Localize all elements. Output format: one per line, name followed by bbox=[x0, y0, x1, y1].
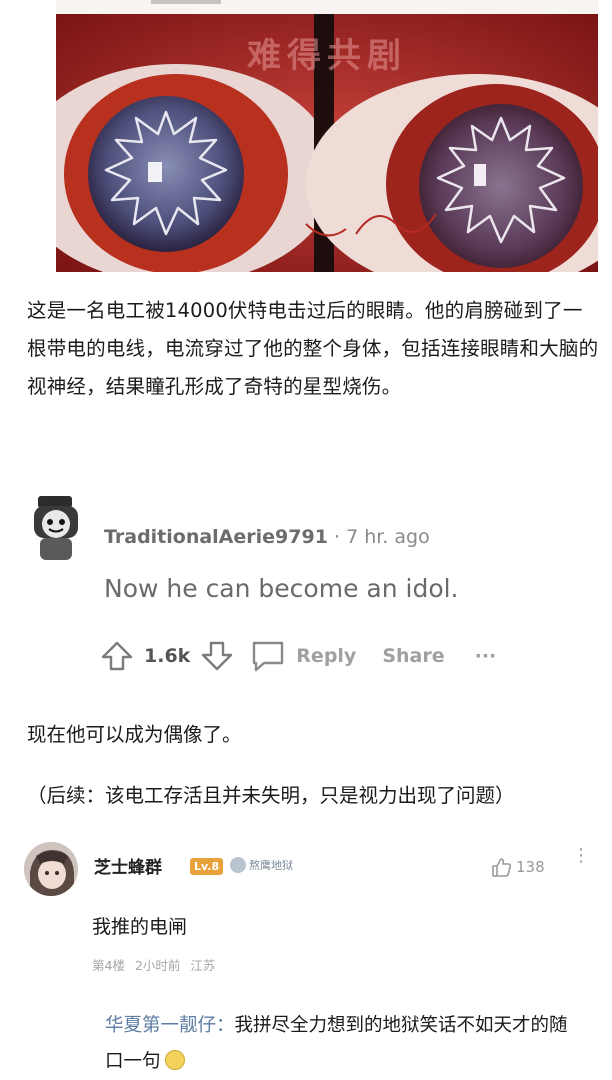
laughing-emoji-icon bbox=[164, 1050, 185, 1070]
upvote-icon[interactable] bbox=[100, 639, 134, 673]
weibo-username[interactable]: 芝士蜂群 bbox=[94, 853, 162, 878]
reply-button[interactable]: Reply bbox=[296, 645, 356, 667]
weibo-avatar[interactable] bbox=[24, 842, 78, 896]
weibo-comment-meta: 第4楼 2小时前 江苏 bbox=[92, 955, 215, 974]
reply-username[interactable]: 华夏第一靓仔： bbox=[105, 1015, 235, 1036]
followup-text: （后续：该电工存活且并未失明，只是视力出现了问题） bbox=[27, 784, 515, 807]
eyes-photo: 难得共剧 bbox=[56, 14, 598, 272]
downvote-icon[interactable] bbox=[200, 639, 234, 673]
reddit-comment-meta: TraditionalAerie9791 · 7 hr. ago bbox=[104, 526, 430, 548]
like-button[interactable]: 138 bbox=[490, 856, 545, 878]
reddit-timestamp: 7 hr. ago bbox=[346, 526, 430, 548]
reddit-action-bar: 1.6k Reply Share ··· bbox=[100, 636, 496, 676]
reddit-avatar[interactable] bbox=[30, 492, 86, 564]
comment-time: 2小时前 bbox=[134, 958, 181, 973]
top-strip-bar bbox=[151, 0, 221, 4]
fan-badge-label: 熬鹰地狱 bbox=[249, 859, 293, 872]
fan-badge: 熬鹰地狱 bbox=[230, 855, 293, 875]
more-options-button[interactable]: ··· bbox=[475, 645, 497, 667]
reply-bubble-icon[interactable] bbox=[250, 639, 286, 673]
vote-score: 1.6k bbox=[144, 645, 191, 667]
reddit-comment-text: Now he can become an idol. bbox=[104, 574, 459, 603]
floor-number: 第4楼 bbox=[92, 958, 125, 973]
photo-watermark-caption: 难得共剧 bbox=[247, 36, 407, 76]
weibo-reply[interactable]: 华夏第一靓仔：我拼尽全力想到的地狱笑话不如天才的随口一句 bbox=[105, 1008, 585, 1080]
post-body-text: 这是一名电工被14000伏特电击过后的眼睛。他的肩膀碰到了一根带电的电线，电流穿… bbox=[27, 299, 599, 398]
share-button[interactable]: Share bbox=[382, 645, 444, 667]
top-strip bbox=[56, 0, 598, 14]
weibo-comment-text: 我推的电闸 bbox=[92, 916, 188, 938]
snoo-avatar-icon bbox=[34, 496, 78, 560]
anime-avatar-icon bbox=[24, 842, 78, 896]
thumbs-up-icon bbox=[492, 858, 512, 877]
user-level-badge: Lv.8 bbox=[190, 858, 224, 875]
translation-text: 现在他可以成为偶像了。 bbox=[27, 723, 242, 746]
comment-more-button[interactable]: ⋮ bbox=[572, 847, 590, 865]
meta-separator: · bbox=[327, 526, 347, 548]
fan-badge-icon bbox=[230, 857, 246, 873]
reddit-username[interactable]: TraditionalAerie9791 bbox=[104, 526, 328, 548]
comment-location: 江苏 bbox=[190, 958, 216, 973]
like-count: 138 bbox=[516, 858, 545, 876]
